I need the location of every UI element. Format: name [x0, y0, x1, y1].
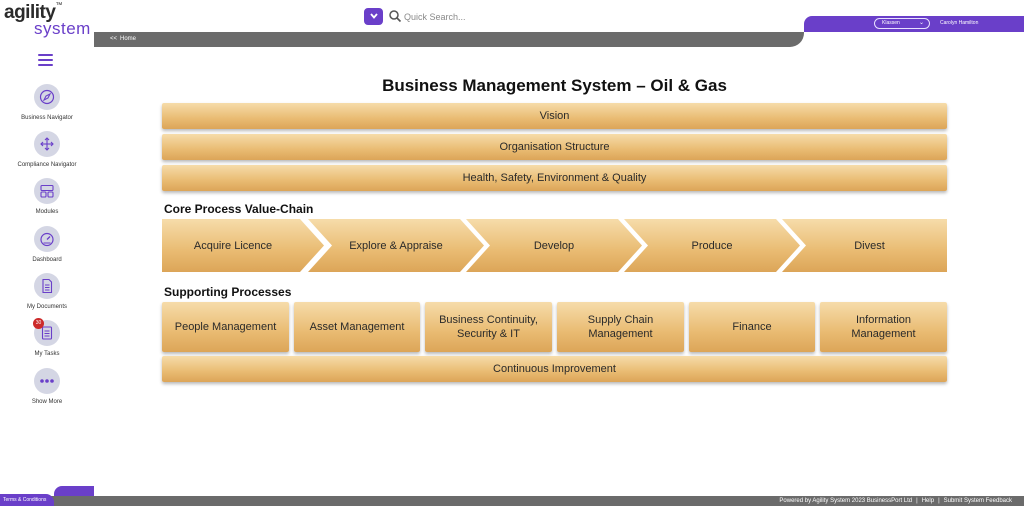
step-label: Divest	[854, 239, 885, 252]
powered-by-text: Powered by Agility System 2023 BusinessP…	[779, 498, 913, 504]
feedback-link[interactable]: Submit System Feedback	[944, 498, 1012, 504]
tasks-icon: 30	[33, 318, 60, 346]
support-supply-chain[interactable]: Supply Chain Management	[557, 302, 684, 352]
step-divest[interactable]: Divest	[782, 219, 947, 272]
location-select-value: Klassen	[882, 20, 900, 26]
sidebar-item-dashboard[interactable]: Dashboard	[0, 226, 94, 263]
sidebar-item-label: My Documents	[26, 304, 67, 310]
sidebar-item-my-tasks[interactable]: 30 My Tasks	[0, 318, 94, 357]
search-scope-dropdown[interactable]	[364, 8, 383, 25]
sidebar-item-compliance-navigator[interactable]: Compliance Navigator	[0, 131, 94, 168]
step-label: Develop	[533, 239, 575, 252]
sidebar-item-modules[interactable]: Modules	[0, 178, 94, 215]
step-develop[interactable]: Develop	[466, 219, 642, 272]
breadcrumb-home[interactable]: Home	[120, 36, 136, 42]
step-label: Acquire Licence	[193, 239, 273, 252]
support-people-management[interactable]: People Management	[162, 302, 289, 352]
compass-icon	[34, 84, 60, 110]
footer-links: Powered by Agility System 2023 BusinessP…	[779, 496, 1012, 506]
support-information-management[interactable]: Information Management	[820, 302, 947, 352]
sidebar-item-label: Show More	[31, 399, 63, 405]
value-chain: Acquire Licence Explore & Appraise Devel…	[162, 219, 947, 272]
chevron-down-icon: ⌄	[918, 20, 924, 26]
sidebar-item-label: Business Navigator	[21, 115, 73, 121]
breadcrumb-arrows-icon: <<	[110, 36, 118, 42]
core-process-heading: Core Process Value-Chain	[164, 202, 314, 216]
step-explore-appraise[interactable]: Explore & Appraise	[308, 219, 484, 272]
band-vision[interactable]: Vision	[162, 103, 947, 129]
modules-grid-icon	[34, 178, 60, 204]
footer-separator: |	[938, 498, 940, 504]
logo-trademark: ™	[55, 2, 62, 9]
page-title: Business Management System – Oil & Gas	[382, 76, 727, 95]
sidebar-item-label: Compliance Navigator	[17, 162, 77, 168]
sidebar-item-business-navigator[interactable]: Business Navigator	[0, 84, 94, 121]
agility-logo[interactable]: agility™ system	[4, 2, 94, 40]
step-acquire-licence[interactable]: Acquire Licence	[162, 219, 324, 272]
hamburger-icon[interactable]	[38, 54, 53, 66]
breadcrumb[interactable]: << Home	[110, 35, 136, 44]
support-business-continuity[interactable]: Business Continuity, Security & IT	[425, 302, 552, 352]
step-produce[interactable]: Produce	[624, 219, 800, 272]
support-asset-management[interactable]: Asset Management	[294, 302, 420, 352]
band-continuous-improvement[interactable]: Continuous Improvement	[162, 356, 947, 382]
sidebar-item-show-more[interactable]: Show More	[0, 368, 94, 405]
sidebar-item-my-documents[interactable]: My Documents	[0, 273, 94, 310]
speedometer-icon	[34, 226, 60, 252]
quick-search-input[interactable]	[404, 8, 584, 25]
document-icon	[34, 273, 60, 299]
app-page: agility™ system Klassen ⌄ Carolyn Hamilt…	[0, 0, 1024, 506]
tasks-count-badge: 30	[33, 318, 44, 329]
sidebar-item-label: Dashboard	[32, 257, 62, 263]
more-dots-icon	[34, 368, 60, 394]
user-name[interactable]: Carolyn Hamilton	[940, 18, 978, 29]
sidebar-item-label: My Tasks	[34, 351, 60, 357]
footer-tab-decor	[54, 486, 94, 496]
sidebar-item-label: Modules	[35, 209, 59, 215]
logo-line2: system	[34, 19, 91, 38]
help-link[interactable]: Help	[922, 498, 934, 504]
location-select[interactable]: Klassen ⌄	[874, 18, 930, 29]
band-organisation-structure[interactable]: Organisation Structure	[162, 134, 947, 160]
breadcrumb-bar	[94, 32, 804, 47]
step-label: Explore & Appraise	[349, 239, 443, 252]
band-hseq[interactable]: Health, Safety, Environment & Quality	[162, 165, 947, 191]
support-finance[interactable]: Finance	[689, 302, 815, 352]
supporting-processes-heading: Supporting Processes	[164, 285, 292, 299]
terms-link[interactable]: Terms & Conditions	[3, 497, 46, 503]
move-arrows-icon	[34, 131, 60, 157]
chevron-down-icon	[369, 13, 378, 19]
footer-separator: |	[916, 498, 918, 504]
step-label: Produce	[691, 239, 733, 252]
magnifier-icon[interactable]	[388, 9, 402, 23]
